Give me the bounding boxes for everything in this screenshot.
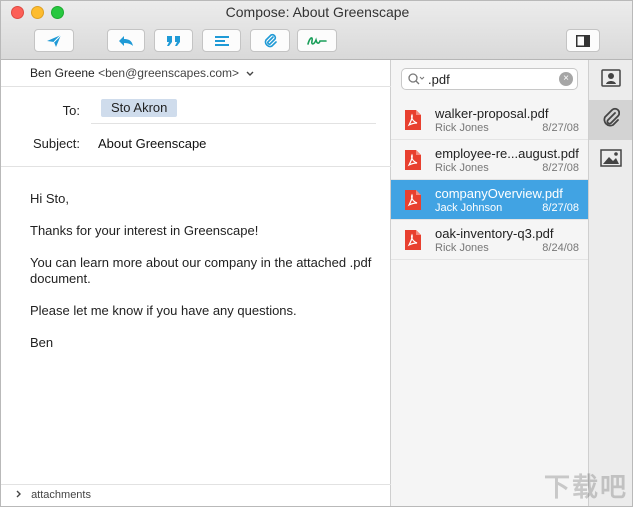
send-icon bbox=[46, 34, 62, 48]
images-tab[interactable] bbox=[589, 140, 632, 180]
file-list: walker-proposal.pdf Rick Jones 8/27/08 e… bbox=[391, 100, 588, 260]
reply-button[interactable] bbox=[107, 29, 145, 52]
paperclip-icon bbox=[602, 107, 621, 134]
body-line: Hi Sto, bbox=[30, 191, 70, 206]
body-line: Ben bbox=[30, 335, 54, 350]
message-body[interactable]: Hi Sto, Thanks for your interest in Gree… bbox=[30, 191, 380, 367]
file-author: Rick Jones bbox=[435, 162, 489, 174]
signature-icon bbox=[307, 35, 327, 47]
subject-label: Subject: bbox=[33, 136, 80, 151]
from-name: Ben Greene bbox=[30, 66, 95, 80]
file-date: 8/27/08 bbox=[542, 162, 579, 174]
compose-pane: Ben Greene <ben@greenscapes.com> To: Sto… bbox=[1, 60, 391, 506]
pdf-file-icon bbox=[403, 149, 423, 176]
to-label: To: bbox=[62, 103, 80, 118]
attachments-disclosure[interactable]: attachments bbox=[1, 484, 391, 506]
body-line: Thanks for your interest in Greenscape! bbox=[30, 223, 259, 238]
attachment-icon bbox=[263, 33, 277, 49]
pdf-file-icon bbox=[403, 189, 423, 216]
window-title: Compose: About Greenscape bbox=[225, 4, 410, 20]
file-row[interactable]: employee-re...august.pdf Rick Jones 8/27… bbox=[391, 140, 588, 180]
contacts-tab[interactable] bbox=[589, 60, 632, 100]
send-button[interactable] bbox=[34, 29, 74, 52]
subject-divider bbox=[1, 166, 391, 167]
chevron-right-icon bbox=[16, 489, 31, 501]
signature-button[interactable] bbox=[297, 29, 337, 52]
pdf-file-icon bbox=[403, 109, 423, 136]
search-query: .pdf bbox=[428, 72, 450, 87]
file-name: walker-proposal.pdf bbox=[435, 106, 549, 121]
body-line: You can learn more about our company in … bbox=[30, 255, 372, 286]
watermark-text: 下载吧 bbox=[543, 472, 628, 502]
titlebar: Compose: About Greenscape bbox=[1, 1, 632, 60]
subject-input[interactable]: About Greenscape bbox=[98, 136, 206, 151]
sidebar-rail bbox=[589, 60, 632, 506]
sidebar-toggle-icon bbox=[576, 34, 590, 47]
file-name: oak-inventory-q3.pdf bbox=[435, 226, 554, 241]
file-name: employee-re...august.pdf bbox=[435, 146, 579, 161]
file-row-selected[interactable]: companyOverview.pdf Jack Johnson 8/27/08 bbox=[391, 180, 588, 220]
to-divider bbox=[91, 123, 376, 124]
format-icon bbox=[214, 35, 230, 47]
contacts-icon bbox=[601, 68, 621, 92]
format-button[interactable] bbox=[202, 29, 241, 52]
compose-window: Compose: About Greenscape Ben Greene <be… bbox=[0, 0, 633, 507]
file-row[interactable]: walker-proposal.pdf Rick Jones 8/27/08 bbox=[391, 100, 588, 140]
file-author: Rick Jones bbox=[435, 242, 489, 254]
attachments-tab[interactable] bbox=[589, 100, 632, 140]
from-address: <ben@greenscapes.com> bbox=[98, 66, 239, 80]
pdf-file-icon bbox=[403, 229, 423, 256]
chevron-down-icon[interactable] bbox=[246, 69, 254, 80]
quote-icon bbox=[166, 35, 182, 47]
quote-button[interactable] bbox=[154, 29, 193, 52]
attachments-label: attachments bbox=[31, 489, 91, 501]
search-icon bbox=[407, 72, 425, 91]
file-search-input[interactable]: .pdf × bbox=[401, 68, 578, 90]
attach-button[interactable] bbox=[250, 29, 290, 52]
file-row[interactable]: oak-inventory-q3.pdf Rick Jones 8/24/08 bbox=[391, 220, 588, 260]
file-browser: .pdf × walker-proposal.pdf Rick Jones 8/… bbox=[391, 60, 589, 506]
clear-search-icon[interactable]: × bbox=[559, 72, 573, 86]
from-field[interactable]: Ben Greene <ben@greenscapes.com> bbox=[1, 60, 391, 87]
sidebar-toggle-button[interactable] bbox=[566, 29, 600, 52]
file-name: companyOverview.pdf bbox=[435, 186, 563, 201]
image-icon bbox=[600, 148, 622, 172]
file-date: 8/27/08 bbox=[542, 202, 579, 214]
reply-icon bbox=[118, 35, 134, 47]
body-line: Please let me know if you have any quest… bbox=[30, 303, 297, 318]
file-date: 8/27/08 bbox=[542, 122, 579, 134]
file-date: 8/24/08 bbox=[542, 242, 579, 254]
file-author: Jack Johnson bbox=[435, 202, 503, 214]
to-recipient-token[interactable]: Sto Akron bbox=[101, 99, 178, 117]
file-author: Rick Jones bbox=[435, 122, 489, 134]
